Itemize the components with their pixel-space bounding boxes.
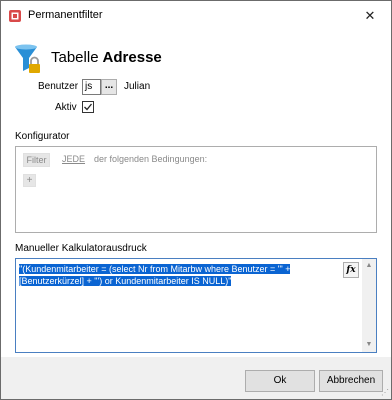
close-icon: ✕ <box>364 7 376 23</box>
dialog-content: Tabelle Adresse Benutzer js ... Julian Ak… <box>1 30 391 357</box>
expression-editor[interactable]: "(Kundenmitarbeiter = (select Nr from Mi… <box>15 258 377 353</box>
filter-app-icon <box>9 10 21 22</box>
checkmark-icon <box>84 103 93 111</box>
scroll-down-icon[interactable]: ▼ <box>362 338 376 352</box>
cancel-button[interactable]: Abbrechen <box>319 370 383 392</box>
benutzer-browse-button[interactable]: ... <box>101 79 117 95</box>
window-title: Permanentfilter <box>28 9 103 21</box>
expression-line-2: [Benutzerkürzel] + "') or Kundenmitarbei… <box>19 276 232 286</box>
scroll-up-icon[interactable]: ▲ <box>362 259 376 273</box>
close-button[interactable]: ✕ <box>349 1 391 30</box>
aktiv-checkbox[interactable] <box>82 101 94 113</box>
quantifier-link[interactable]: JEDE <box>62 154 85 164</box>
benutzer-label: Benutzer <box>38 81 79 92</box>
expression-text[interactable]: "(Kundenmitarbeiter = (select Nr from Mi… <box>19 263 341 287</box>
table-name: Adresse <box>102 49 162 66</box>
add-condition-button[interactable]: + <box>23 174 36 187</box>
expression-line-1: "(Kundenmitarbeiter = (select Nr from Mi… <box>19 264 291 274</box>
konfigurator-label: Konfigurator <box>15 131 70 142</box>
filter-button[interactable]: Filter <box>23 153 50 167</box>
konfigurator-panel: Filter JEDE der folgenden Bedingungen: + <box>15 146 377 233</box>
formula-button[interactable]: fx <box>343 262 359 278</box>
condition-text: der folgenden Bedingungen: <box>94 154 208 164</box>
funnel-lock-icon <box>15 44 40 73</box>
table-heading: Tabelle Adresse <box>51 49 162 66</box>
ok-button[interactable]: Ok <box>245 370 315 392</box>
aktiv-label: Aktiv <box>55 102 77 113</box>
table-label: Tabelle <box>51 49 99 66</box>
expression-scrollbar[interactable]: ▲ ▼ <box>362 259 376 352</box>
permanentfilter-dialog: Permanentfilter ✕ Tabelle Adresse Benutze… <box>0 0 392 400</box>
title-bar: Permanentfilter ✕ <box>1 1 391 30</box>
dialog-footer: Ok Abbrechen ⋰ <box>1 357 391 399</box>
resize-grip-icon[interactable]: ⋰ <box>381 388 389 397</box>
benutzer-input[interactable]: js <box>82 79 101 95</box>
expression-label: Manueller Kalkulatorausdruck <box>15 243 147 254</box>
benutzer-name: Julian <box>124 81 151 92</box>
